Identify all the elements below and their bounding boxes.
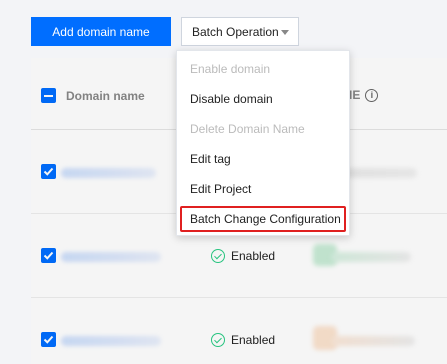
column-header-domain: Domain name: [66, 89, 145, 103]
menu-item-label: Batch Change Configuration: [190, 212, 341, 226]
column-header-status: IE i: [349, 88, 379, 102]
caret-down-icon: [281, 30, 289, 35]
batch-operation-label: Batch Operation: [192, 24, 279, 39]
menu-item-batch-change-configuration[interactable]: Batch Change Configuration: [177, 204, 349, 234]
menu-item-disable-domain[interactable]: Disable domain: [177, 84, 349, 114]
menu-item-edit-project[interactable]: Edit Project: [177, 174, 349, 204]
status-text: Enabled: [231, 333, 276, 347]
check-circle-icon: [211, 249, 225, 263]
table-row[interactable]: Enabled: [31, 298, 447, 364]
status-badge: Enabled: [211, 333, 275, 347]
status-badge: Enabled: [211, 249, 275, 263]
domain-name-redacted[interactable]: [61, 252, 161, 262]
status-text: Enabled: [231, 249, 276, 263]
menu-item-enable-domain: Enable domain: [190, 62, 271, 76]
add-domain-button[interactable]: Add domain name: [31, 17, 171, 46]
domain-name-redacted[interactable]: [61, 168, 156, 178]
batch-operation-dropdown[interactable]: Batch Operation: [181, 17, 299, 46]
info-redacted: [331, 336, 415, 346]
row-checkbox[interactable]: [41, 248, 56, 263]
info-icon[interactable]: i: [365, 88, 379, 102]
select-all-checkbox[interactable]: [41, 88, 56, 103]
batch-operation-menu: Enable domain Disable domain Delete Doma…: [176, 50, 350, 236]
column-header-status-label: IE: [349, 88, 361, 102]
row-checkbox[interactable]: [41, 164, 56, 179]
row-checkbox[interactable]: [41, 332, 56, 347]
menu-item-edit-tag[interactable]: Edit tag: [177, 144, 349, 174]
info-redacted: [331, 252, 411, 262]
check-circle-icon: [211, 333, 225, 347]
menu-item-delete-domain: Delete Domain Name: [190, 122, 305, 136]
domain-name-redacted[interactable]: [61, 336, 161, 346]
